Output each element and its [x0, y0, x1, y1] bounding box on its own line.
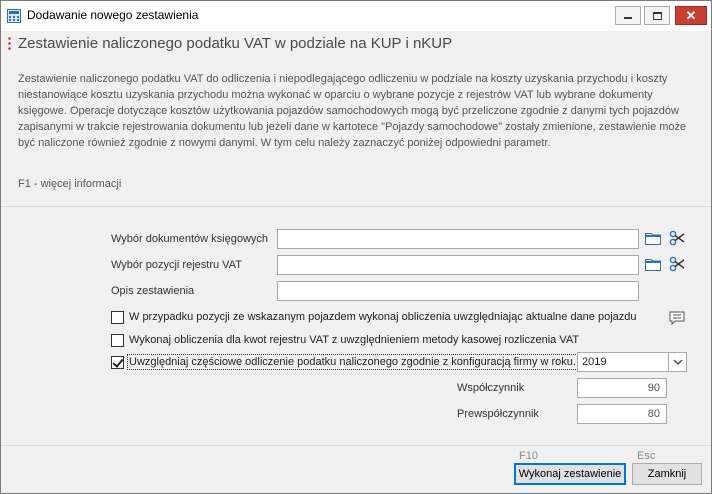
minimize-button[interactable]	[615, 6, 641, 25]
description-field[interactable]	[277, 281, 639, 301]
dialog-window: Dodawanie nowego zestawienia ✕ Zestawien…	[0, 0, 712, 494]
vehicle-data-label[interactable]: W przypadku pozycji ze wskazanym pojazde…	[129, 311, 637, 323]
close-icon: ✕	[685, 8, 697, 23]
close-window-button[interactable]: ✕	[675, 6, 707, 25]
partial-deduction-checkbox[interactable]	[111, 356, 124, 369]
header-accent-dots	[8, 36, 11, 52]
page-title: Zestawienie naliczonego podatku VAT w po…	[18, 35, 453, 52]
description-text: Zestawienie naliczonego podatku VAT do o…	[18, 73, 687, 150]
vehicle-data-checkbox[interactable]	[111, 311, 124, 324]
year-value: 2019	[582, 356, 607, 368]
maximize-icon	[652, 11, 662, 20]
calculator-icon	[7, 9, 21, 23]
form-area: Wybór dokumentów księgowych Wybór pozycj…	[1, 207, 711, 445]
coefficient-field[interactable]	[577, 378, 667, 398]
execute-shortcut-hint: F10	[519, 450, 538, 462]
minimize-icon	[624, 17, 632, 19]
year-select[interactable]: 2019	[577, 352, 687, 372]
documents-label: Wybór dokumentów księgowych	[111, 233, 269, 245]
scissors-icon[interactable]	[669, 256, 685, 272]
folder-icon[interactable]	[645, 258, 661, 271]
comment-icon[interactable]	[669, 311, 685, 325]
dialog-header: Zestawienie naliczonego podatku VAT w po…	[1, 31, 711, 206]
vat-positions-field[interactable]	[277, 255, 639, 275]
maximize-button[interactable]	[644, 6, 670, 25]
folder-icon[interactable]	[645, 232, 661, 245]
partial-deduction-label[interactable]: Uwzględniaj częściowe odliczenie podatku…	[126, 354, 585, 370]
cash-method-label[interactable]: Wykonaj obliczenia dla kwot rejestru VAT…	[129, 334, 579, 346]
dialog-footer: F10 Esc Wykonaj zestawienie Zamknij	[1, 446, 711, 493]
description-label: Opis zestawienia	[111, 285, 195, 297]
window-title: Dodawanie nowego zestawienia	[27, 8, 199, 22]
help-hint: F1 - więcej informacji	[18, 178, 122, 190]
title-bar[interactable]: Dodawanie nowego zestawienia ✕	[1, 1, 711, 31]
execute-button[interactable]: Wykonaj zestawienie	[514, 463, 626, 485]
chevron-down-icon[interactable]	[668, 353, 686, 371]
close-button[interactable]: Zamknij	[632, 463, 702, 485]
coefficient-label: Współczynnik	[457, 382, 525, 394]
documents-field[interactable]	[277, 229, 639, 249]
scissors-icon[interactable]	[669, 230, 685, 246]
precoefficient-field[interactable]	[577, 404, 667, 424]
close-shortcut-hint: Esc	[637, 450, 656, 462]
cash-method-checkbox[interactable]	[111, 334, 124, 347]
precoefficient-label: Prewspółczynnik	[457, 408, 539, 420]
vat-positions-label: Wybór pozycji rejestru VAT	[111, 259, 242, 271]
